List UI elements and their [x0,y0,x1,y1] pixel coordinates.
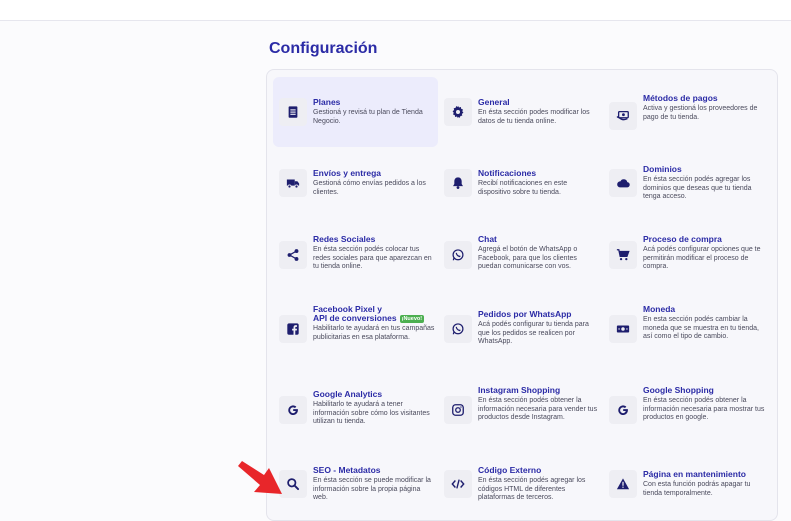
item-title-line2: API de conversiones [313,313,397,323]
item-desc: Habilitarlo te ayudará a tener informaci… [313,401,430,426]
item-desc: Recibí notificaciones en este dispositiv… [478,180,568,196]
item-desc: Gestioná cómo envías pedidos a los clien… [313,180,426,196]
settings-item-codigo-externo[interactable]: Código Externo En ésta sección podés agre… [438,460,603,510]
money-hand-icon [609,102,637,130]
item-title: Planes [313,97,341,107]
settings-item-chat[interactable]: Chat Agregá el botón de WhatsApp o Facebo… [438,228,603,290]
settings-item-metodos-de-pagos[interactable]: Métodos de pagos Activa y gestioná los pr… [603,77,768,147]
instagram-icon [444,396,472,424]
settings-item-google-analytics[interactable]: Google Analytics Habilitarlo te ayudará a… [273,382,438,452]
settings-item-pagina-en-mantenimiento[interactable]: Página en mantenimiento Con esta función … [603,460,768,510]
item-desc: Acá podés configurar tu tienda para que … [478,321,589,346]
settings-item-envios-y-entrega[interactable]: Envíos y entrega Gestioná cómo envías ped… [273,155,438,215]
item-title: SEO - Metadatos [313,465,381,475]
item-title: Google Shopping [643,385,714,395]
item-desc: En ésta sección podés obtener la informa… [478,397,598,422]
item-desc: En esta sección podés cambiar la moneda … [643,316,759,341]
item-title: Chat [478,234,497,244]
google-icon [609,396,637,424]
settings-item-google-shopping[interactable]: Google Shopping En ésta sección podés obt… [603,382,768,452]
item-desc: En ésta sección podés agregar los código… [478,477,586,502]
settings-item-moneda[interactable]: Moneda En esta sección podés cambiar la m… [603,300,768,370]
item-desc: En ésta sección se puede modificar la in… [313,477,431,502]
settings-item-redes-sociales[interactable]: Redes Sociales En ésta sección podés colo… [273,228,438,290]
banknote-icon [609,315,637,343]
item-desc: En ésta sección podés obtener la informa… [643,397,765,422]
page-title: Configuración [269,40,378,57]
bell-icon [444,169,472,197]
item-title: Envíos y entrega [313,168,382,178]
item-title: Google Analytics [313,389,383,399]
settings-item-instagram-shopping[interactable]: Instagram Shopping En ésta sección podés … [438,382,603,452]
settings-item-facebook-pixel[interactable]: Facebook Pixel y API de conversiones ¡Nue… [273,300,438,370]
google-icon [279,396,307,424]
facebook-icon [279,315,307,343]
cloud-icon [609,169,637,197]
cart-icon [609,241,637,269]
code-icon [444,470,472,498]
settings-item-seo-metadatos[interactable]: SEO - Metadatos En ésta sección se puede … [273,460,438,510]
item-desc: En ésta sección podés agregar los domini… [643,176,752,201]
new-badge: ¡Nuevo! [399,314,425,323]
item-desc: Habilitarlo te ayudará en tus campañas p… [313,325,435,341]
share-icon [279,241,307,269]
settings-item-general[interactable]: General En ésta sección podes modificar l… [438,77,603,147]
item-desc: Gestioná y revisá tu plan de Tienda Nego… [313,109,423,125]
item-desc: Con esta función podrás apagar tu tienda… [643,481,751,497]
item-desc: Agregá el botón de WhatsApp o Facebook, … [478,246,578,271]
document-icon [279,98,307,126]
item-title: Proceso de compra [643,234,722,244]
truck-icon [279,169,307,197]
top-bar [0,0,791,21]
item-desc: Acá podés configurar opciones que te per… [643,246,761,271]
item-title: Instagram Shopping [478,385,561,395]
settings-item-proceso-de-compra[interactable]: Proceso de compra Acá podés configurar op… [603,228,768,290]
item-title: Métodos de pagos [643,93,718,103]
item-title: Página en mantenimiento [643,469,746,479]
item-title: Dominios [643,164,682,174]
settings-item-dominios[interactable]: Dominios En ésta sección podés agregar lo… [603,155,768,215]
item-title: Redes Sociales [313,234,376,244]
item-desc: Activa y gestioná los proveedores de pag… [643,105,758,121]
item-desc: En ésta sección podes modificar los dato… [478,109,590,125]
item-desc: En ésta sección podés colocar tus redes … [313,246,432,271]
whatsapp-icon [444,241,472,269]
settings-item-planes[interactable]: Planes Gestioná y revisá tu plan de Tiend… [273,77,438,147]
item-title: General [478,97,510,107]
item-title: Notificaciones [478,168,537,178]
item-title: Moneda [643,304,676,314]
warning-icon [609,470,637,498]
gear-icon [444,98,472,126]
settings-panel: Planes Gestioná y revisá tu plan de Tiend… [266,69,778,521]
whatsapp-icon [444,315,472,343]
settings-item-pedidos-por-whatsapp[interactable]: Pedidos por WhatsApp Acá podés configurar… [438,300,603,370]
settings-item-notificaciones[interactable]: Notificaciones Recibí notificaciones en e… [438,155,603,215]
item-title: Código Externo [478,465,542,475]
item-title: Pedidos por WhatsApp [478,309,572,319]
red-arrow-annotation [236,458,284,498]
